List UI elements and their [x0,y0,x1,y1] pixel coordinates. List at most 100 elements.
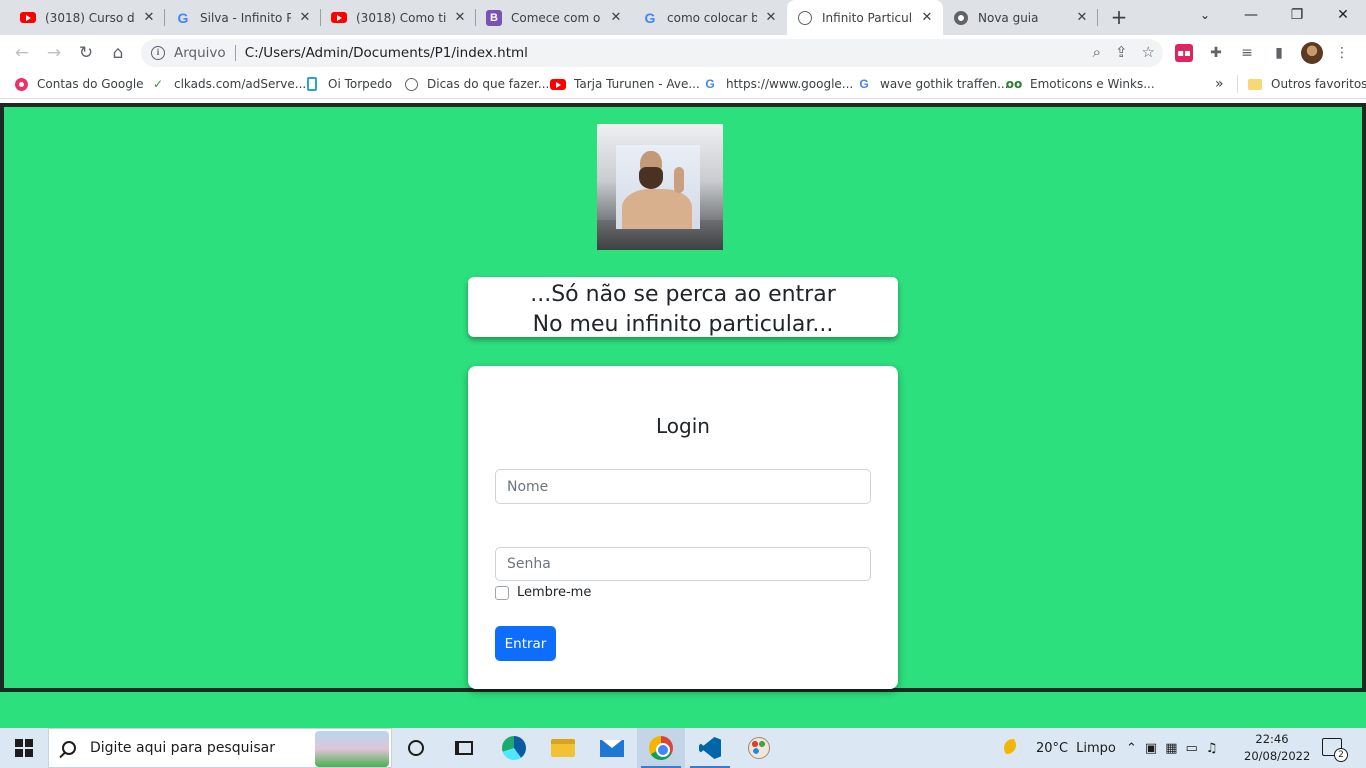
bookmark-item[interactable]: G https://www.google... [702,75,853,93]
close-icon[interactable]: ✕ [919,10,935,25]
bookmarks-overflow-button[interactable]: » [1215,75,1224,93]
reload-button[interactable]: ↻ [72,39,100,67]
google-icon: G [859,77,869,91]
zoom-icon[interactable]: ⌕ [1093,43,1101,61]
info-icon[interactable]: i [151,46,165,60]
bookmark-star-icon[interactable]: ☆ [1142,43,1155,61]
home-button[interactable]: ⌂ [104,39,132,67]
profile-avatar[interactable] [1301,42,1323,64]
windows-start-icon[interactable] [15,739,33,757]
close-icon[interactable]: ✕ [763,10,779,25]
weather-condition: Limpo [1076,740,1116,756]
remember-me-label: Lembre-me [517,585,592,600]
tab-1[interactable]: (3018) Curso de C ✕ [10,0,165,35]
minimize-button[interactable]: — [1228,0,1274,32]
emoticon-icon: oo [1005,77,1023,91]
tab-strip: (3018) Curso de C ✕ G Silva - Infinito P… [0,0,1366,35]
remember-me-row[interactable]: Lembre-me [495,585,591,600]
app-tray-icon[interactable]: ▦ [1165,741,1177,756]
taskbar-search-box[interactable]: Digite aqui para pesquisar [48,728,392,768]
meet-now-icon[interactable]: ▣ [1145,741,1157,756]
restore-button[interactable]: ❐ [1274,0,1320,32]
bookmark-label: Tarja Turunen - Ave... [574,77,700,91]
share-icon[interactable]: ⇪ [1115,43,1128,61]
login-card: Login Lembre-me Entrar [468,366,898,689]
address-url[interactable]: C:/Users/Admin/Documents/P1/index.html [245,45,528,61]
login-submit-button[interactable]: Entrar [495,626,556,661]
volume-icon[interactable]: ♫ [1206,741,1218,756]
password-input[interactable] [495,547,871,581]
browser-toolbar: ← → ↻ ⌂ i Arquivo C:/Users/Admin/Documen… [0,35,1366,70]
cortana-icon[interactable] [392,728,440,768]
login-title: Login [656,414,710,438]
extensions-puzzle-icon[interactable]: ✚ [1207,44,1225,62]
other-bookmarks-folder[interactable]: Outros favoritos [1237,75,1366,93]
chrome-icon [953,10,969,26]
tab-3[interactable]: (3018) Como tira ✕ [321,0,476,35]
tab-5[interactable]: G como colocar bo ✕ [632,0,787,35]
close-icon[interactable]: ✕ [297,10,313,25]
bookmark-label: Emoticons e Winks... [1030,77,1155,91]
close-icon[interactable]: ✕ [141,10,157,25]
tab-active[interactable]: Infinito Particular ✕ [787,0,943,35]
bookmark-item[interactable]: Oi Torpedo [304,75,392,93]
google-accounts-icon [13,76,29,92]
tab-title: (3018) Curso de C [45,10,135,25]
tab-2[interactable]: G Silva - Infinito Pa ✕ [165,0,321,35]
tab-title: Infinito Particular [822,10,913,25]
tab-7[interactable]: Nova guia ✕ [943,0,1098,35]
bookmark-item[interactable]: Tarja Turunen - Ave... [550,75,700,93]
edge-icon[interactable] [490,728,538,768]
search-icon [62,741,76,755]
media-control-icon[interactable]: ≡ [1238,44,1256,62]
notification-badge: 2 [1334,748,1348,762]
side-panel-icon[interactable]: ▮ [1270,44,1288,62]
bookmark-item[interactable]: G wave gothik traffen... [856,75,1009,93]
google-icon: G [177,9,189,26]
youtube-icon [331,10,347,26]
new-tab-button[interactable]: + [1108,6,1130,28]
bookmark-item[interactable]: oo Emoticons e Winks... [1006,75,1155,93]
weather-temp: 20°C [1036,740,1069,756]
extension-red-icon[interactable]: ▪▪ [1175,44,1193,62]
system-tray: ⌃ ▣ ▦ ▭ ♫ [1126,728,1217,768]
close-icon[interactable]: ✕ [1074,10,1090,25]
bookmark-item[interactable]: Contas do Google [13,75,144,93]
weather-widget[interactable]: 20°C Limpo [1004,728,1116,768]
search-highlight-image [315,731,389,767]
file-explorer-icon[interactable] [539,728,587,768]
address-scheme: Arquivo [174,45,226,61]
bootstrap-icon: B [486,9,502,26]
close-icon[interactable]: ✕ [452,10,468,25]
remember-me-checkbox[interactable] [495,585,509,600]
close-window-button[interactable]: ✕ [1320,0,1366,32]
bookmark-label: wave gothik traffen... [880,77,1009,91]
menu-kebab-icon[interactable]: ⋮ [1333,44,1351,62]
bookmark-label: Dicas do que fazer... [427,77,550,91]
address-bar[interactable]: i Arquivo C:/Users/Admin/Documents/P1/in… [141,39,1163,67]
search-placeholder: Digite aqui para pesquisar [90,740,276,756]
name-input[interactable] [495,469,871,504]
bookmark-item[interactable]: ✓ clkads.com/adServe... [150,75,306,93]
back-button[interactable]: ← [8,39,36,67]
forward-button[interactable]: → [40,39,68,67]
clock-time: 22:46 [1255,732,1289,746]
paint-icon[interactable] [735,728,783,768]
tab-title: (3018) Como tira [356,10,446,25]
bookmark-item[interactable]: Dicas do que fazer... [403,75,549,93]
tab-search-icon[interactable]: ⌄ [1182,0,1228,32]
mail-icon[interactable] [588,728,636,768]
close-icon[interactable]: ✕ [608,10,624,25]
address-divider [234,45,236,61]
battery-icon[interactable]: ▭ [1186,741,1198,756]
bookmark-label: Contas do Google [37,77,144,91]
notification-center-icon[interactable]: 2 [1322,738,1348,762]
tab-4[interactable]: B Comece com o B ✕ [476,0,632,35]
chrome-icon[interactable] [637,728,685,768]
vscode-icon[interactable] [686,728,734,768]
chevron-up-icon[interactable]: ⌃ [1126,741,1137,756]
task-view-icon[interactable] [440,728,488,768]
taskbar-clock[interactable]: 22:46 20/08/2022 [1244,731,1310,765]
youtube-icon [550,76,566,92]
quote-banner: ...Só não se perca ao entrar No meu infi… [468,277,898,337]
